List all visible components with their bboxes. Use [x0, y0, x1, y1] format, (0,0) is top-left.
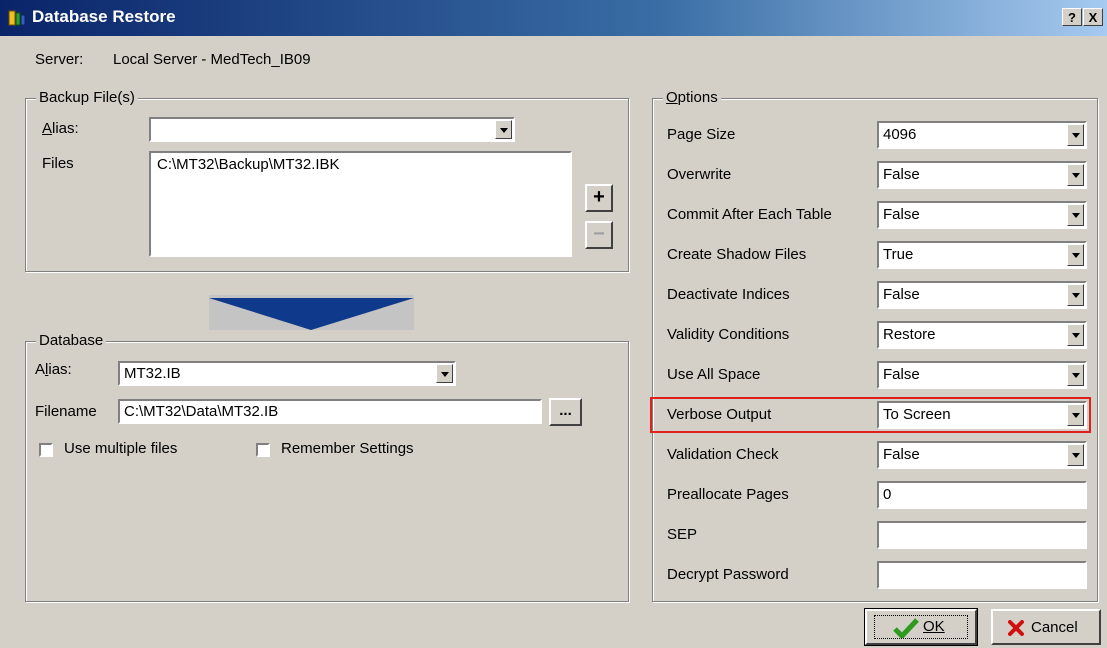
backup-group-label: Backup File(s)	[36, 89, 138, 106]
chevron-down-icon[interactable]	[1067, 244, 1084, 266]
option-combo[interactable]: False	[877, 161, 1087, 189]
option-combo[interactable]: False	[877, 201, 1087, 229]
files-list[interactable]: C:\MT32\Backup\MT32.IBK	[149, 151, 572, 257]
database-alias-combo[interactable]: MT32.IB	[118, 361, 456, 386]
database-alias-value: MT32.IB	[124, 365, 181, 382]
help-button[interactable]: ?	[1062, 8, 1082, 26]
remember-settings-label: Remember Settings	[281, 440, 414, 457]
option-combo[interactable]: Restore	[877, 321, 1087, 349]
backup-alias-label: Alias:	[42, 120, 79, 137]
cancel-label: Cancel	[1031, 619, 1078, 636]
chevron-down-icon[interactable]	[1067, 204, 1084, 226]
option-value: 4096	[883, 126, 917, 143]
option-input[interactable]: 0	[877, 481, 1087, 509]
database-group-label: Database	[36, 332, 107, 349]
list-item[interactable]: C:\MT32\Backup\MT32.IBK	[157, 156, 564, 173]
chevron-down-icon[interactable]	[495, 120, 512, 139]
chevron-down-icon[interactable]	[436, 364, 453, 383]
option-combo[interactable]: True	[877, 241, 1087, 269]
check-icon	[893, 618, 919, 638]
option-label: Use All Space	[667, 366, 761, 383]
option-label: SEP	[667, 526, 698, 543]
option-label: Decrypt Password	[667, 566, 789, 583]
filename-input[interactable]: C:\MT32\Data\MT32.IB	[118, 399, 542, 424]
option-combo[interactable]: False	[877, 281, 1087, 309]
option-combo[interactable]: 4096	[877, 121, 1087, 149]
option-label: Preallocate Pages	[667, 486, 789, 503]
restore-arrow-icon	[209, 295, 414, 330]
option-combo[interactable]: False	[877, 361, 1087, 389]
cancel-x-icon	[1008, 620, 1024, 636]
chevron-down-icon[interactable]	[1067, 444, 1084, 466]
option-value: 0	[883, 486, 892, 503]
backup-alias-combo[interactable]	[149, 117, 515, 142]
option-value: False	[883, 166, 920, 183]
title-bar: Database Restore ? X	[0, 0, 1107, 36]
use-multiple-files-checkbox[interactable]	[39, 443, 53, 457]
chevron-down-icon[interactable]	[1067, 164, 1084, 186]
window-title: Database Restore	[32, 7, 176, 26]
remove-file-button[interactable]: −	[585, 221, 613, 249]
option-label: Validation Check	[667, 446, 779, 463]
chevron-down-icon[interactable]	[1067, 124, 1084, 146]
option-label: Deactivate Indices	[667, 286, 790, 303]
option-label: Commit After Each Table	[667, 206, 832, 223]
chevron-down-icon[interactable]	[1067, 364, 1084, 386]
remember-settings-checkbox[interactable]	[256, 443, 270, 457]
database-alias-label: Alias:	[35, 361, 72, 378]
server-label: Server:	[35, 51, 84, 68]
option-value: True	[883, 246, 914, 263]
files-label: Files	[42, 155, 74, 172]
chevron-down-icon[interactable]	[1067, 284, 1084, 306]
app-icon	[8, 10, 26, 26]
option-input[interactable]	[877, 561, 1087, 589]
option-label: Page Size	[667, 126, 736, 143]
option-label: Validity Conditions	[667, 326, 790, 343]
browse-button[interactable]: ...	[549, 398, 582, 426]
close-button[interactable]: X	[1083, 8, 1103, 26]
highlight-box	[650, 397, 1091, 433]
option-value: False	[883, 366, 920, 383]
option-input[interactable]	[877, 521, 1087, 549]
option-value: Restore	[883, 326, 936, 343]
use-multiple-files-label: Use multiple files	[64, 440, 178, 457]
options-group-label: Options	[663, 89, 721, 106]
option-value: False	[883, 446, 920, 463]
option-value: False	[883, 206, 920, 223]
option-value: False	[883, 286, 920, 303]
ok-button[interactable]: OK	[864, 608, 978, 646]
option-label: Overwrite	[667, 166, 732, 183]
chevron-down-icon[interactable]	[1067, 324, 1084, 346]
option-label: Create Shadow Files	[667, 246, 807, 263]
server-value: Local Server - MedTech_IB09	[113, 51, 311, 68]
cancel-button[interactable]: Cancel	[991, 609, 1101, 645]
ok-label: OK	[923, 618, 945, 635]
filename-label: Filename	[35, 403, 97, 420]
option-combo[interactable]: False	[877, 441, 1087, 469]
add-file-button[interactable]: +	[585, 184, 613, 212]
